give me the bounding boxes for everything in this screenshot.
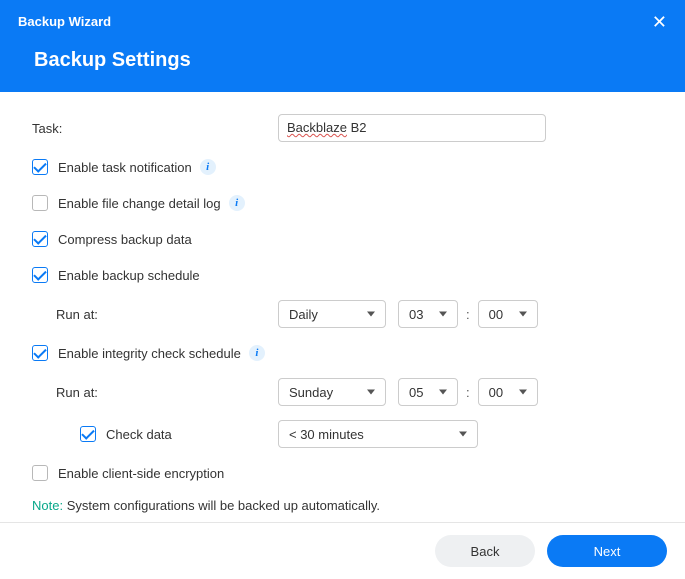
task-name-rest: B2 xyxy=(347,120,367,135)
close-icon[interactable]: ✕ xyxy=(652,12,667,33)
schedule-runat-row: Run at: Daily 03 : 00 xyxy=(32,300,653,328)
task-name-misspell: Backblaze xyxy=(287,120,347,135)
info-icon[interactable]: i xyxy=(200,159,216,175)
enable-notification-label: Enable task notification xyxy=(58,160,192,175)
settings-form: Task: Backblaze B2 Enable task notificat… xyxy=(0,92,685,523)
enable-schedule-row: Enable backup schedule xyxy=(32,264,653,286)
schedule-minute-value: 00 xyxy=(489,307,503,322)
enable-compress-checkbox[interactable] xyxy=(32,231,48,247)
integrity-hour-value: 05 xyxy=(409,385,423,400)
note-label: Note: xyxy=(32,498,63,513)
enable-schedule-label: Enable backup schedule xyxy=(58,268,200,283)
integrity-minute-value: 00 xyxy=(489,385,503,400)
integrity-day-select[interactable]: Sunday xyxy=(278,378,386,406)
note-body: System configurations will be backed up … xyxy=(63,498,380,513)
wizard-header: Backup Wizard ✕ Backup Settings xyxy=(0,0,685,92)
integrity-runat-row: Run at: Sunday 05 : 00 xyxy=(32,378,653,406)
enable-encryption-checkbox[interactable] xyxy=(32,465,48,481)
enable-filelog-label: Enable file change detail log xyxy=(58,196,221,211)
enable-filelog-row: Enable file change detail log i xyxy=(32,192,653,214)
wizard-title: Backup Wizard xyxy=(18,14,667,29)
enable-encryption-label: Enable client-side encryption xyxy=(58,466,224,481)
schedule-hour-select[interactable]: 03 xyxy=(398,300,458,328)
schedule-frequency-select[interactable]: Daily xyxy=(278,300,386,328)
enable-integrity-row: Enable integrity check schedule i xyxy=(32,342,653,364)
enable-filelog-checkbox[interactable] xyxy=(32,195,48,211)
integrity-runat-label: Run at: xyxy=(56,385,98,400)
schedule-frequency-value: Daily xyxy=(289,307,318,322)
info-icon[interactable]: i xyxy=(249,345,265,361)
back-button[interactable]: Back xyxy=(435,535,535,567)
checkdata-duration-value: < 30 minutes xyxy=(289,427,364,442)
enable-integrity-checkbox[interactable] xyxy=(32,345,48,361)
task-label: Task: xyxy=(32,121,62,136)
schedule-minute-select[interactable]: 00 xyxy=(478,300,538,328)
wizard-footer: Back Next xyxy=(0,522,685,579)
note-text: Note: System configurations will be back… xyxy=(32,498,653,513)
page-title: Backup Settings xyxy=(34,49,667,72)
schedule-runat-label: Run at: xyxy=(56,307,98,322)
checkdata-checkbox[interactable] xyxy=(80,426,96,442)
checkdata-duration-select[interactable]: < 30 minutes xyxy=(278,420,478,448)
time-colon: : xyxy=(466,385,470,400)
integrity-day-value: Sunday xyxy=(289,385,333,400)
enable-compress-row: Compress backup data xyxy=(32,228,653,250)
enable-notification-row: Enable task notification i xyxy=(32,156,653,178)
checkdata-label: Check data xyxy=(106,427,172,442)
task-row: Task: Backblaze B2 xyxy=(32,114,653,142)
enable-integrity-label: Enable integrity check schedule xyxy=(58,346,241,361)
enable-compress-label: Compress backup data xyxy=(58,232,192,247)
enable-notification-checkbox[interactable] xyxy=(32,159,48,175)
enable-schedule-checkbox[interactable] xyxy=(32,267,48,283)
enable-encryption-row: Enable client-side encryption xyxy=(32,462,653,484)
info-icon[interactable]: i xyxy=(229,195,245,211)
next-button[interactable]: Next xyxy=(547,535,667,567)
integrity-hour-select[interactable]: 05 xyxy=(398,378,458,406)
task-name-input[interactable]: Backblaze B2 xyxy=(278,114,546,142)
integrity-minute-select[interactable]: 00 xyxy=(478,378,538,406)
time-colon: : xyxy=(466,307,470,322)
schedule-hour-value: 03 xyxy=(409,307,423,322)
checkdata-row: Check data < 30 minutes xyxy=(32,420,653,448)
